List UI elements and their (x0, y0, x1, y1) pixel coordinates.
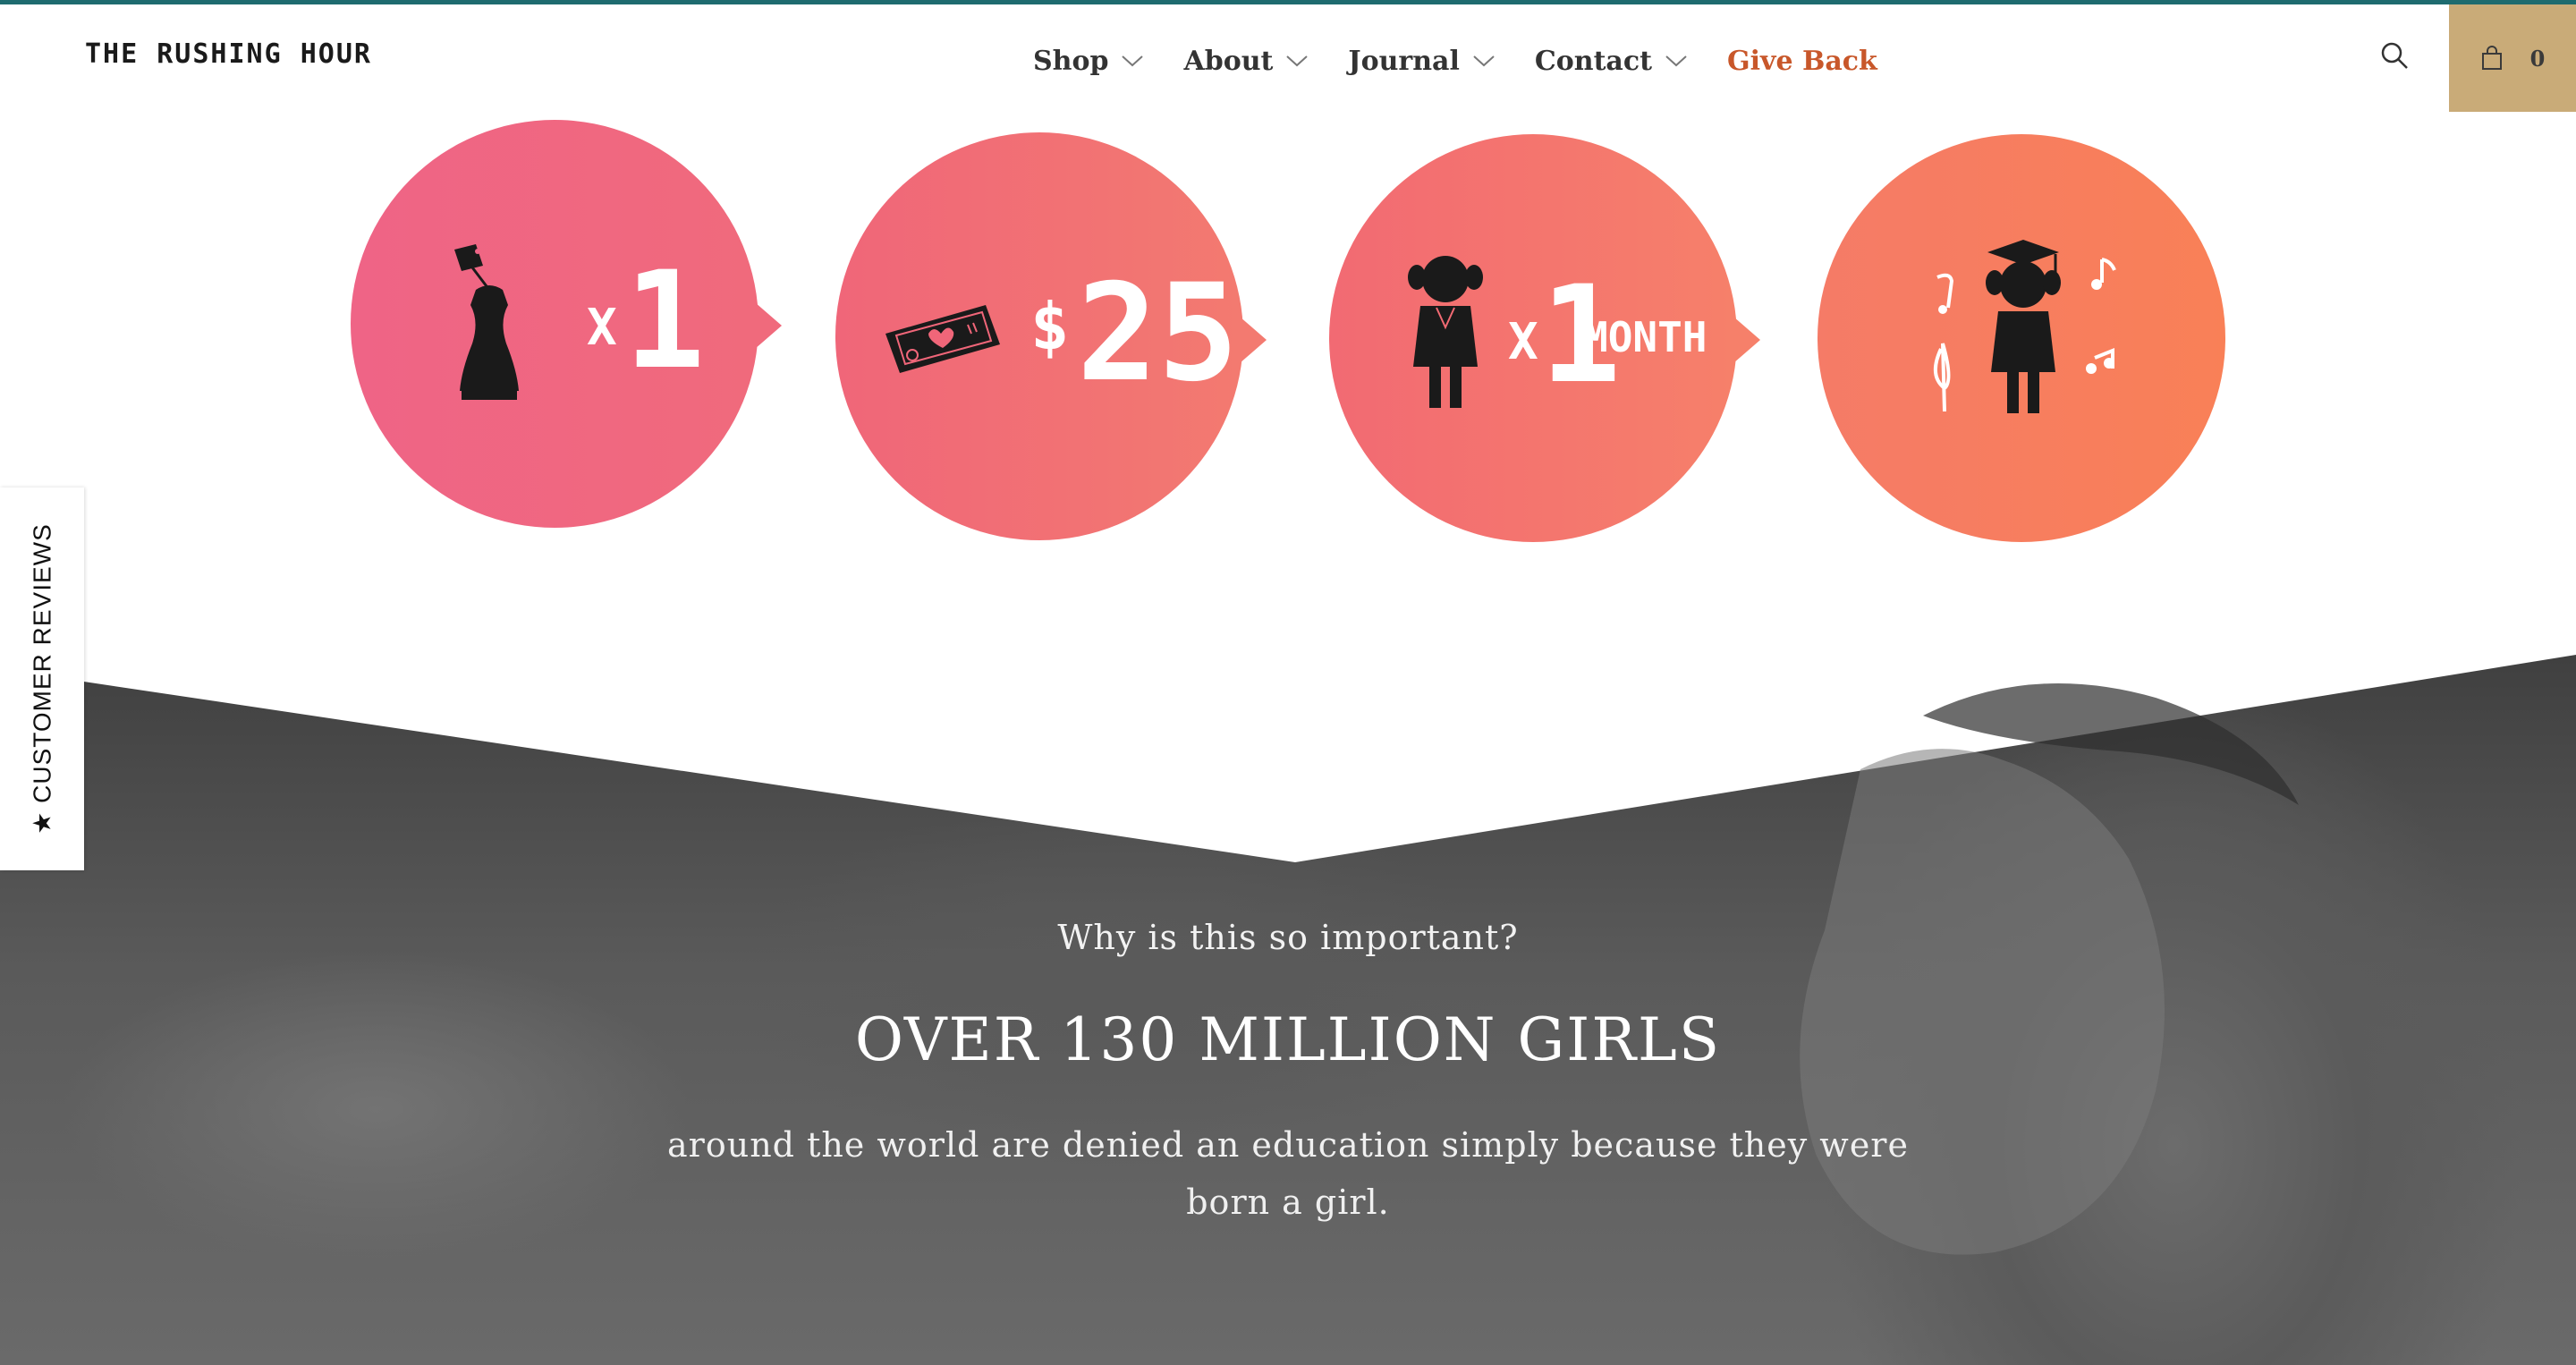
nav-label: Contact (1534, 45, 1652, 77)
chevron-down-icon (1665, 55, 1687, 67)
search-icon[interactable] (2379, 40, 2410, 71)
cart-button[interactable]: 0 (2449, 4, 2576, 112)
shopping-bag-icon (2481, 46, 2502, 70)
step-circle-3: X 1 MONTH (1329, 134, 1737, 542)
customer-reviews-label: ★ CUSTOMER REVIEWS (28, 523, 56, 835)
main-nav: Shop About Journal Contact Give Back (1033, 38, 1877, 83)
nav-item-shop[interactable]: Shop (1033, 46, 1144, 77)
hero-banner (0, 644, 2576, 1365)
chevron-down-icon (1473, 55, 1495, 67)
nav-label: Shop (1033, 45, 1109, 77)
nav-item-about[interactable]: About (1183, 46, 1309, 77)
girl-icon (1408, 256, 1483, 408)
nav-item-contact[interactable]: Contact (1535, 46, 1688, 77)
step-circle-1: X 1 (351, 120, 758, 528)
currency-symbol: $ (1030, 289, 1070, 364)
step-unit: MONTH (1583, 313, 1707, 361)
money-heart-icon (886, 305, 1000, 373)
hero-body: around the world are denied an education… (667, 1125, 1909, 1222)
giving-steps: X 1 $ 25 X 1 MONTH (0, 116, 2576, 546)
multiplier-x: X (587, 299, 617, 357)
hero-question: Why is this so important? (1057, 918, 1519, 957)
step-value: 1 (624, 243, 706, 399)
customer-reviews-tab[interactable]: ★ CUSTOMER REVIEWS (0, 488, 84, 870)
nav-label: Give Back (1727, 45, 1877, 77)
step-circle-2: $ 25 (835, 132, 1243, 540)
chevron-down-icon (1122, 55, 1144, 67)
hero-headline: OVER 130 MILLION GIRLS (854, 1005, 1722, 1074)
step-value: 25 (1077, 256, 1239, 411)
multiplier-x: X (1508, 313, 1538, 371)
step-arrow (1733, 317, 1760, 363)
step-arrow (1240, 317, 1267, 363)
cart-count: 0 (2529, 45, 2546, 72)
dress-form-tag-icon (454, 244, 519, 400)
nav-item-journal[interactable]: Journal (1348, 46, 1495, 77)
chevron-down-icon (1286, 55, 1309, 67)
step-arrow (755, 302, 782, 349)
graduate-girl-music-icon (1934, 240, 2116, 413)
nav-item-give-back[interactable]: Give Back (1727, 46, 1877, 77)
site-header: THE RUSHING HOUR Shop About Journal Cont… (0, 4, 2576, 112)
hero-chevron-divider (0, 644, 2576, 1255)
site-logo[interactable]: THE RUSHING HOUR (85, 38, 372, 70)
nav-label: Journal (1348, 45, 1460, 77)
nav-label: About (1183, 45, 1274, 77)
step-circle-4 (1818, 134, 2225, 542)
